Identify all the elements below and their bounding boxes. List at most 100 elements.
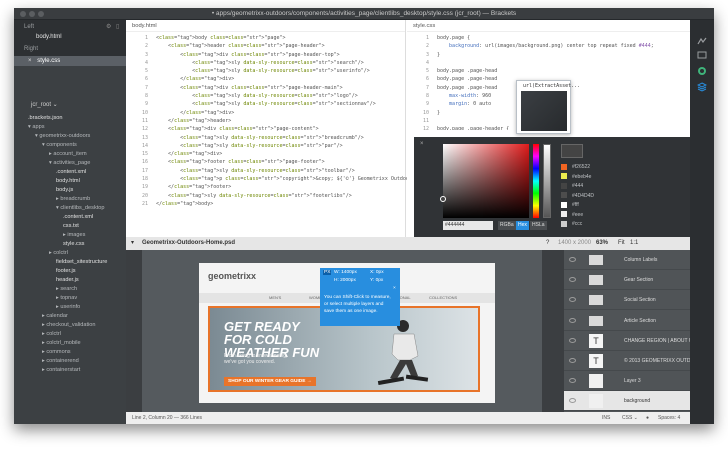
code-line[interactable]: 4 <class="tag">sly data-sly-resource=cla…: [126, 59, 405, 67]
tree-file[interactable]: footer.js: [56, 267, 76, 276]
code-line[interactable]: 5 body.page .page-head: [407, 67, 690, 75]
left-code[interactable]: 1 <class="tag">body class=class="str">"pa…: [126, 34, 460, 208]
layer-row[interactable]: Gear Section: [564, 270, 690, 291]
code-line[interactable]: 2 <class="tag">header class=class="str">…: [126, 42, 405, 50]
visibility-icon[interactable]: [569, 398, 576, 404]
code-line[interactable]: 1 body.page {: [407, 34, 690, 42]
working-file-body-html[interactable]: body.html: [14, 32, 126, 42]
actual-size-button[interactable]: 1:1: [630, 237, 638, 250]
swatch-item[interactable]: #fff: [561, 201, 661, 210]
code-line[interactable]: 3 <class="tag">div class=class="str">"pa…: [126, 51, 405, 59]
visibility-icon[interactable]: [569, 358, 576, 363]
swatch-item[interactable]: #eee: [561, 211, 661, 220]
tree-file[interactable]: body.html: [56, 177, 80, 186]
layer-row[interactable]: Social Section: [564, 290, 690, 311]
tree-file[interactable]: .content.xml: [56, 168, 86, 177]
swatch-item[interactable]: #ebeb4e: [561, 173, 661, 182]
tree-file[interactable]: css.txt: [63, 222, 79, 231]
help-icon[interactable]: ?: [546, 237, 549, 250]
left-editor-pane[interactable]: body.html 1 <class="tag">body class=class…: [126, 20, 460, 237]
zoom-level[interactable]: 63%: [596, 237, 608, 250]
extension-manager-icon[interactable]: [697, 50, 707, 60]
layer-row[interactable]: T CHANGE REGION | ABOUT US |: [564, 331, 698, 351]
visibility-icon[interactable]: [569, 378, 576, 384]
tree-folder[interactable]: ▸ colctrl: [49, 249, 68, 258]
tree-file[interactable]: header.js: [56, 276, 79, 285]
opacity-slider[interactable]: [543, 144, 551, 218]
tree-folder[interactable]: ▸ userinfo: [56, 303, 80, 312]
tree-folder[interactable]: ▸ calendar: [42, 312, 68, 321]
swatch-item[interactable]: #f26522: [561, 163, 661, 172]
layer-row[interactable]: background: [564, 391, 690, 412]
split-view-icon[interactable]: ▯: [116, 23, 119, 30]
code-line[interactable]: 12 <class="tag">div class=class="str">"p…: [126, 125, 405, 133]
tree-folder[interactable]: ▸ breadcrumb: [56, 195, 90, 204]
layers-icon[interactable]: [697, 82, 707, 92]
lint-status-icon[interactable]: ●: [646, 412, 649, 424]
swatch-item[interactable]: #444: [561, 182, 661, 191]
layer-row[interactable]: Column Labels: [564, 250, 690, 270]
code-line[interactable]: 1 <class="tag">body class=class="str">"pa…: [126, 34, 405, 42]
tree-file[interactable]: style.css: [63, 240, 84, 249]
code-line[interactable]: 19 </class="tag">footer>: [126, 183, 405, 191]
code-line[interactable]: 10 </class="tag">div>: [126, 109, 405, 117]
tree-folder[interactable]: ▾ clientlibs_desktop: [56, 204, 105, 213]
code-line[interactable]: 5 <class="tag">sly data-sly-resource=cla…: [126, 67, 405, 75]
tree-file[interactable]: .brackets.json: [28, 114, 63, 123]
tree-folder[interactable]: ▸ search: [56, 285, 77, 294]
tree-folder[interactable]: ▸ topnav: [56, 294, 77, 303]
tree-folder[interactable]: ▾ activities_page: [49, 159, 90, 168]
visibility-icon[interactable]: [569, 277, 576, 283]
close-picker-icon[interactable]: ×: [420, 141, 424, 147]
visibility-icon[interactable]: [569, 337, 576, 343]
code-line[interactable]: 13 <class="tag">sly data-sly-resource=cl…: [126, 134, 405, 142]
tree-folder[interactable]: ▾ geometrixx-outdoors: [35, 132, 90, 141]
fit-button[interactable]: Fit: [618, 237, 625, 250]
working-file-style-css[interactable]: × style.css: [14, 56, 126, 66]
layer-row[interactable]: Layer 3: [564, 371, 690, 392]
tree-folder[interactable]: ▾ components: [42, 141, 77, 150]
tree-file[interactable]: fieldset_sitestructure: [56, 258, 107, 267]
code-line[interactable]: 7 <class="tag">div class=class="str">"pa…: [126, 84, 405, 92]
code-line[interactable]: 16 <class="tag">footer class=class="str"…: [126, 158, 405, 166]
code-line[interactable]: 6 </class="tag">div>: [126, 75, 405, 83]
code-line[interactable]: 17 <class="tag">sly data-sly-resource=cl…: [126, 167, 405, 175]
live-preview-icon[interactable]: [697, 36, 707, 46]
color-handle[interactable]: [440, 196, 446, 202]
format-rgba-button[interactable]: RGBa: [498, 221, 516, 230]
code-line[interactable]: 8 <class="tag">sly data-sly-resource=cla…: [126, 92, 405, 100]
tree-folder[interactable]: ▾ apps: [28, 123, 45, 132]
saturation-brightness-field[interactable]: [443, 144, 529, 218]
code-line[interactable]: 4: [407, 59, 690, 67]
visibility-icon[interactable]: [569, 257, 576, 262]
tree-folder[interactable]: ▸ containerstart: [42, 366, 80, 375]
collapse-icon[interactable]: ▾: [131, 237, 134, 250]
tooltip-close-icon[interactable]: ×: [393, 286, 396, 291]
psd-canvas[interactable]: geometrixx MEN'SWOMEN'SEQUIPMENTSEASONAL…: [142, 250, 542, 412]
tree-file[interactable]: .content.xml: [63, 213, 93, 222]
project-dropdown[interactable]: jcr_root ⌄: [14, 100, 126, 110]
code-line[interactable]: 14 <class="tag">sly data-sly-resource=cl…: [126, 142, 405, 150]
swatch-item[interactable]: #ccc: [561, 220, 661, 229]
tree-folder[interactable]: ▸ checkout_validation: [42, 321, 96, 330]
tree-folder[interactable]: ▸ commons: [42, 348, 71, 357]
extract-icon[interactable]: [697, 66, 707, 76]
language-mode[interactable]: CSS ⌄: [622, 412, 638, 424]
code-line[interactable]: 11 </class="tag">header>: [126, 117, 405, 125]
visibility-icon[interactable]: [569, 317, 576, 323]
tree-folder[interactable]: ▸ containerend: [42, 357, 79, 366]
code-line[interactable]: 15 </class="tag">div>: [126, 150, 405, 158]
close-file-icon[interactable]: ×: [28, 58, 32, 64]
code-line[interactable]: 18 <class="tag">p class=class="str">"cop…: [126, 175, 460, 183]
tree-folder[interactable]: ▸ colctrl_mobile: [42, 339, 81, 348]
format-hsla-button[interactable]: HSLa: [530, 221, 547, 230]
insert-mode[interactable]: INS: [602, 412, 610, 424]
tree-folder[interactable]: ▸ colctrl: [42, 330, 61, 339]
hue-slider[interactable]: [533, 144, 539, 218]
tree-folder[interactable]: ▸ account_item: [49, 150, 87, 159]
color-value-input[interactable]: #444444: [443, 221, 493, 230]
tree-folder[interactable]: ▸ images: [63, 231, 85, 240]
format-hex-button[interactable]: Hex: [516, 221, 529, 230]
indent-setting[interactable]: Spaces: 4: [658, 412, 680, 424]
code-line[interactable]: 21 </class="tag">body>: [126, 200, 405, 208]
